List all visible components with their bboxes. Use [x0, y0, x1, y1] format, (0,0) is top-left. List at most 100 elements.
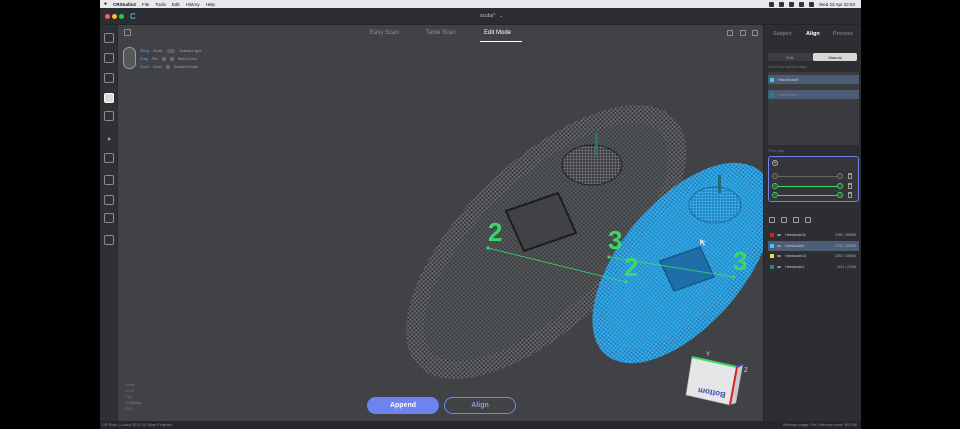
align-target-list: Handscan9 Handscan1 — [768, 72, 859, 145]
tab-edit-mode[interactable]: Edit Mode — [484, 30, 511, 36]
target-item-handscan9[interactable]: Handscan9 — [768, 75, 859, 84]
search-icon[interactable] — [809, 1, 815, 7]
select-rect-icon[interactable] — [104, 33, 114, 43]
viewport-stats: Points 21.13 1.2k 15.38k fps 33.0 — [125, 383, 142, 411]
scan-row-handscan9[interactable]: Handscan9 2795 / 220989 — [768, 240, 859, 251]
point-pairs-label: Point pairs — [768, 149, 785, 153]
add-point-icon[interactable]: + — [772, 160, 778, 166]
popout-icon[interactable] — [752, 30, 758, 36]
point-pair-row-2[interactable]: 2 2 — [772, 183, 856, 189]
tab-table-scan[interactable]: Table Scan — [426, 30, 456, 36]
pair-link-line — [778, 185, 838, 187]
marker-right-3: 3 — [733, 246, 747, 276]
point-pair-panel: + 1 1 2 2 3 3 — [768, 156, 859, 202]
tab-subject[interactable]: Subject — [773, 31, 791, 37]
export-icon[interactable] — [781, 217, 787, 223]
status-icon-1[interactable] — [769, 1, 775, 7]
color-swatch — [770, 92, 774, 97]
edit-mode-button[interactable]: Edit — [768, 53, 812, 61]
hint-pill[interactable] — [166, 49, 176, 53]
toggle-dot-2[interactable] — [169, 57, 174, 61]
append-button[interactable]: Append — [367, 397, 439, 414]
close-button[interactable] — [105, 14, 110, 19]
status-icon-3[interactable] — [789, 1, 795, 7]
delete-icon[interactable] — [848, 192, 852, 198]
chevron-down-icon: ⌄ — [499, 13, 504, 19]
point-pair-row-3[interactable]: 3 3 — [772, 192, 856, 198]
marker-left-2: 2 — [488, 217, 502, 247]
frame-icon[interactable] — [104, 195, 114, 205]
orientation-gizmo[interactable]: Y Z X Bottom — [685, 352, 748, 406]
eye-icon[interactable] — [777, 255, 781, 258]
refresh-icon[interactable] — [740, 30, 746, 36]
target-item-handscan1[interactable]: Handscan1 — [768, 90, 859, 99]
menubar-clock[interactable]: Wed 23 Apr 22:53 — [819, 2, 855, 7]
point-pair-row-1[interactable]: 1 1 — [772, 173, 856, 179]
tab-easy-scan[interactable]: Easy Scan — [370, 30, 399, 36]
menu-edit[interactable]: Edit — [172, 2, 180, 7]
delete-icon[interactable] — [848, 183, 852, 189]
menubar: ● CRStudio2 File Tools Edit History Help… — [100, 0, 861, 8]
scan-row-handscan12[interactable]: Handscan12 2282 / 185906 — [768, 251, 859, 262]
mouse-icon — [123, 47, 136, 69]
trash-icon[interactable] — [805, 217, 811, 223]
export-icon[interactable] — [104, 235, 114, 245]
color-swatch — [770, 77, 774, 82]
scan-row-handscan1[interactable]: Handscan1 1421 / 27448 — [768, 262, 859, 273]
align-hint: Select two scans to align — [768, 65, 807, 69]
menu-tools[interactable]: Tools — [155, 2, 166, 7]
scan-list: Handscan11 2058 / 265896 Handscan9 2795 … — [768, 230, 859, 272]
minimize-button[interactable] — [112, 14, 117, 19]
collapse-icon[interactable] — [727, 30, 733, 36]
gizmo-z-label: Z — [744, 368, 748, 374]
toggle-dot-3[interactable] — [165, 65, 170, 69]
scan-row-handscan11[interactable]: Handscan11 2058 / 265896 — [768, 230, 859, 241]
menu-app[interactable]: CRStudio2 — [113, 2, 136, 7]
align-button[interactable]: Align — [444, 397, 516, 414]
active-tab-indicator — [480, 41, 522, 42]
pair-link-line — [778, 194, 838, 196]
delete-icon[interactable] — [848, 173, 852, 179]
gizmo-x-label: X — [732, 399, 736, 405]
status-bar: CR-Scan | Lizard 22:51:52 Scan Finished … — [100, 421, 861, 429]
grid-icon[interactable] — [104, 175, 114, 185]
duplicate-icon[interactable] — [793, 217, 799, 223]
toggle-dot-1[interactable] — [161, 57, 166, 61]
document-title[interactable]: scuba* ⌄ — [480, 13, 504, 19]
scene-canvas[interactable]: 2 3 2 3 Y Z X Bottom — [118, 25, 763, 421]
select-lasso-icon[interactable] — [104, 53, 114, 63]
brush-icon[interactable] — [104, 153, 114, 163]
layers-icon[interactable] — [104, 111, 114, 121]
tab-align[interactable]: Align — [806, 31, 820, 37]
eye-icon[interactable] — [777, 234, 781, 237]
menu-history[interactable]: History — [186, 2, 200, 7]
panel-tabs: Subject Align Process — [764, 25, 861, 43]
3d-viewport[interactable]: 2 3 2 3 Y Z X Bottom Easy Scan Table Sca… — [118, 25, 763, 421]
apple-icon[interactable]: ● — [104, 1, 107, 7]
wifi-icon[interactable] — [799, 1, 805, 7]
mesh-icon[interactable] — [104, 73, 114, 83]
viewport-menu-icon[interactable] — [124, 29, 131, 36]
right-panel: Subject Align Process Edit Manual Select… — [763, 25, 861, 421]
manual-mode-button[interactable]: Manual — [813, 53, 857, 61]
crop-icon[interactable] — [104, 213, 114, 223]
zoom-button[interactable] — [119, 14, 124, 19]
menu-help[interactable]: Help — [206, 2, 215, 7]
status-left: CR-Scan | Lizard 22:51:52 Scan Finished — [102, 423, 172, 427]
color-swatch — [770, 243, 774, 248]
scan-toolbar — [769, 217, 811, 223]
tab-process[interactable]: Process — [833, 31, 853, 37]
marker-right-2: 2 — [624, 252, 638, 282]
left-toolbar — [100, 25, 118, 421]
pair-link-line — [778, 175, 838, 177]
eye-icon[interactable] — [777, 265, 781, 268]
expand-arrow-icon[interactable] — [108, 137, 111, 141]
titlebar: C scuba* ⌄ — [100, 8, 861, 25]
app-window: ● CRStudio2 File Tools Edit History Help… — [100, 0, 861, 429]
import-icon[interactable] — [769, 217, 775, 223]
mode-tabs: Easy Scan Table Scan Edit Mode — [118, 25, 763, 43]
cube-icon[interactable] — [104, 93, 114, 103]
status-icon-2[interactable] — [779, 1, 785, 7]
menu-file[interactable]: File — [142, 2, 149, 7]
eye-icon[interactable] — [777, 244, 781, 247]
